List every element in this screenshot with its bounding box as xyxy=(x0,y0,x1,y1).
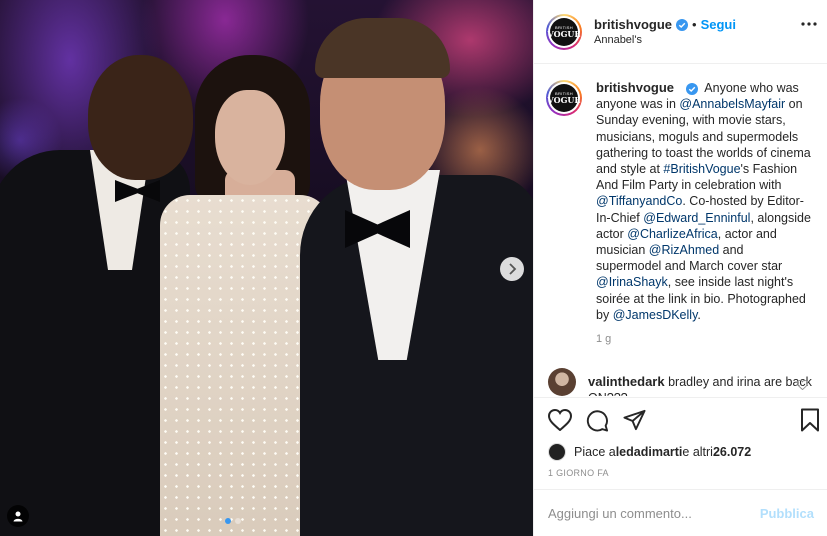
like-button[interactable] xyxy=(548,409,572,431)
user-tag-icon xyxy=(13,511,23,522)
caption-link[interactable]: @TiffanyandCo xyxy=(596,194,682,208)
account-username[interactable]: britishvogue xyxy=(594,17,672,32)
caption-link[interactable]: @AnnabelsMayfair xyxy=(679,97,785,111)
verified-badge-icon xyxy=(685,82,698,95)
vogue-logo: BRITISH VOGUE xyxy=(547,84,581,112)
caption-link[interactable]: #BritishVogue xyxy=(663,162,740,176)
vogue-logo: BRITISH VOGUE xyxy=(547,17,581,46)
likes-prefix: Piace a xyxy=(574,445,616,459)
post-side-panel: BRITISH VOGUE britishvogue • Segui Annab… xyxy=(533,0,827,536)
caption-link[interactable]: @CharlizeAfrica xyxy=(627,227,718,241)
publish-button[interactable]: Pubblica xyxy=(760,506,814,521)
likes-summary: Piace a ledadimarti e altri 26.072 xyxy=(534,442,827,462)
comment-input[interactable] xyxy=(548,505,760,521)
post-photo[interactable] xyxy=(0,0,533,536)
caption-avatar[interactable]: BRITISH VOGUE xyxy=(546,80,582,116)
comment-username[interactable]: valinthedark xyxy=(588,374,665,389)
verified-badge-icon xyxy=(676,18,689,31)
carousel-indicator xyxy=(225,518,241,524)
logo-text-line2: VOGUE xyxy=(547,95,581,105)
photo-person-left-head xyxy=(88,55,193,180)
comment-button[interactable] xyxy=(586,409,609,432)
action-bar: Piace a ledadimarti e altri 26.072 1 GIO… xyxy=(534,397,827,478)
bookmark-icon xyxy=(801,408,819,432)
post-header: BRITISH VOGUE britishvogue • Segui Annab… xyxy=(534,0,827,64)
share-button[interactable] xyxy=(623,409,646,431)
separator-dot: • xyxy=(692,17,697,32)
add-comment-bar: Pubblica xyxy=(534,489,827,536)
likes-count[interactable]: 26.072 xyxy=(713,445,751,459)
carousel-dot xyxy=(235,518,241,524)
commenter-avatar[interactable] xyxy=(548,368,576,396)
caption-segment: . xyxy=(697,307,701,322)
post-location[interactable]: Annabel's xyxy=(594,34,736,46)
comment-text: valinthedark bradley and irina are back … xyxy=(588,368,813,396)
liker-avatar[interactable] xyxy=(548,443,566,461)
caption-age[interactable]: 1 g xyxy=(596,333,811,345)
carousel-next-button[interactable] xyxy=(500,257,524,281)
heart-icon xyxy=(548,409,572,431)
liker-username[interactable]: ledadimarti xyxy=(616,445,683,459)
caption-section: BRITISH VOGUE britishvogue Anyone who wa… xyxy=(534,64,827,364)
comment-like-icon[interactable] xyxy=(797,380,808,390)
caption-link[interactable]: @Edward_Enninful xyxy=(643,211,750,225)
account-avatar[interactable]: BRITISH VOGUE xyxy=(546,13,582,50)
follow-button[interactable]: Segui xyxy=(701,17,736,32)
photo-person-center-face xyxy=(215,90,285,185)
more-options-icon[interactable] xyxy=(801,22,817,26)
caption-link[interactable]: @JamesDKelly xyxy=(613,308,698,322)
likes-middle: e altri xyxy=(682,445,713,459)
user-tag-button[interactable] xyxy=(7,505,29,527)
caption-username[interactable]: britishvogue xyxy=(596,80,674,95)
logo-text-line2: VOGUE xyxy=(547,28,581,39)
comment-row: valinthedark bradley and irina are back … xyxy=(534,368,827,396)
carousel-dot xyxy=(225,518,231,524)
share-icon xyxy=(623,409,646,431)
post-date[interactable]: 1 GIORNO FA xyxy=(534,468,827,478)
save-button[interactable] xyxy=(800,408,820,435)
caption-link[interactable]: @RizAhmed xyxy=(649,243,719,257)
caption-link[interactable]: @IrinaShayk xyxy=(596,275,668,289)
chevron-right-icon xyxy=(509,263,517,275)
caption-text: britishvogue Anyone who was anyone was i… xyxy=(596,80,811,323)
comment-icon xyxy=(586,409,609,432)
caption-body: Anyone who was anyone was in @AnnabelsMa… xyxy=(596,81,811,322)
instagram-post: BRITISH VOGUE britishvogue • Segui Annab… xyxy=(0,0,827,536)
